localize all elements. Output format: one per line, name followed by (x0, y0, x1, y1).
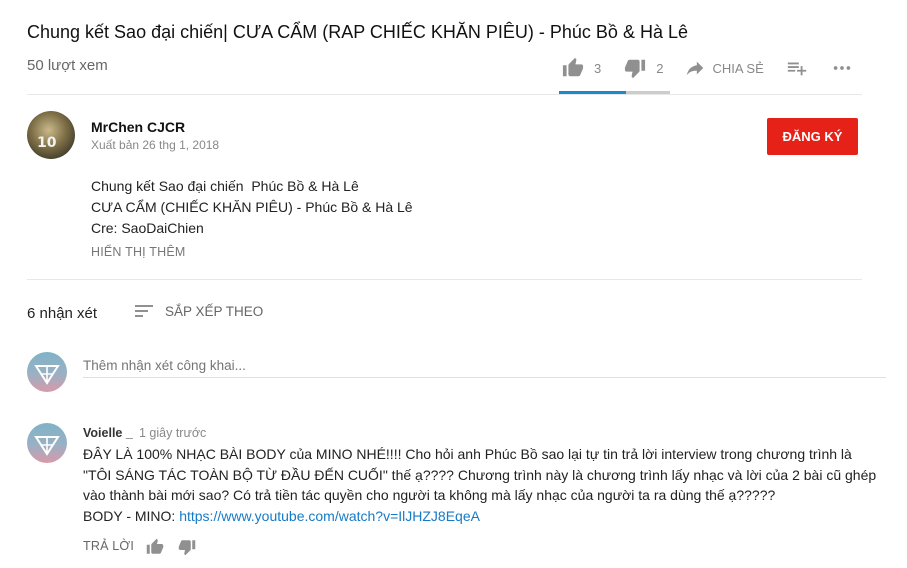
like-count: 3 (594, 60, 602, 76)
share-label: CHIA SẺ (712, 60, 764, 76)
comment-like-icon[interactable] (146, 538, 164, 556)
comment-link-prefix: BODY - MINO: (83, 507, 180, 524)
sort-button[interactable]: SẮP XẾP THEO (135, 303, 263, 319)
description-line: Cre: SaoDaiChien (91, 220, 204, 236)
comment-time[interactable]: 1 giây trước (139, 426, 206, 440)
description-line: Chung kết Sao đại chiến Phúc Bồ & Hà Lê (91, 178, 359, 194)
share-button[interactable]: CHIA SẺ (684, 57, 764, 79)
description-line: CƯA CẨM (CHIẾC KHĂN PIÊU) - Phúc Bồ & Hà… (91, 199, 413, 215)
dislike-count: 2 (656, 60, 664, 76)
like-button[interactable]: 3 (562, 57, 601, 79)
sort-icon (135, 305, 153, 317)
dislike-button[interactable]: 2 (624, 57, 663, 79)
channel-avatar[interactable]: 10 (27, 111, 75, 159)
show-more-button[interactable]: HIỂN THỊ THÊM (91, 245, 186, 259)
add-comment-input[interactable] (83, 353, 886, 378)
comment-text: ĐÂY LÀ 100% NHẠC BÀI BODY của MINO NHÉ!!… (83, 444, 883, 526)
add-to-playlist-button[interactable] (786, 57, 808, 79)
commenter-avatar[interactable] (27, 423, 67, 463)
comment-line: ĐÂY LÀ 100% NHẠC BÀI BODY của MINO NHÉ!!… (83, 446, 852, 462)
video-actions: 3 2 CHIA SẺ (562, 56, 853, 80)
add-to-playlist-icon (787, 62, 806, 76)
comment-count: 6 nhận xét (27, 305, 98, 322)
view-count: 50 lượt xem (27, 57, 108, 74)
comment-dislike-icon[interactable] (178, 538, 196, 556)
video-title: Chung kết Sao đại chiến| CƯA CẨM (RAP CH… (27, 22, 688, 42)
avatar-jersey-number: 10 (37, 135, 57, 151)
thumbs-down-icon (625, 59, 646, 79)
divider (27, 94, 862, 95)
share-icon (687, 61, 704, 76)
publish-date: Xuất bản 26 thg 1, 2018 (91, 138, 220, 152)
subscribe-button[interactable]: ĐĂNG KÝ (767, 118, 858, 155)
comment-line: vào thành bài mới sao? Có trả tiền tác q… (83, 487, 776, 503)
comment-author[interactable]: Voielle _ (83, 426, 133, 440)
comment-link[interactable]: https://www.youtube.com/watch?v=IlJHZJ8E… (179, 508, 480, 524)
sort-label: SẮP XẾP THEO (165, 303, 264, 319)
more-icon (833, 66, 851, 70)
divider (27, 279, 862, 280)
comment-line: BODY - MINO: https://www.youtube.com/wat… (83, 506, 883, 527)
user-avatar (27, 352, 67, 392)
comment-line: "TÔI SÁNG TÁC TOÀN BỘ TỪ ĐẦU ĐẾN CUỐI" t… (83, 466, 877, 483)
thumbs-up-icon (562, 57, 584, 77)
video-description: Chung kết Sao đại chiến Phúc Bồ & Hà Lê … (91, 176, 413, 239)
channel-name[interactable]: MrChen CJCR (91, 119, 185, 135)
more-actions-button[interactable] (831, 57, 853, 79)
reply-button[interactable]: TRẢ LỜI (83, 539, 134, 553)
